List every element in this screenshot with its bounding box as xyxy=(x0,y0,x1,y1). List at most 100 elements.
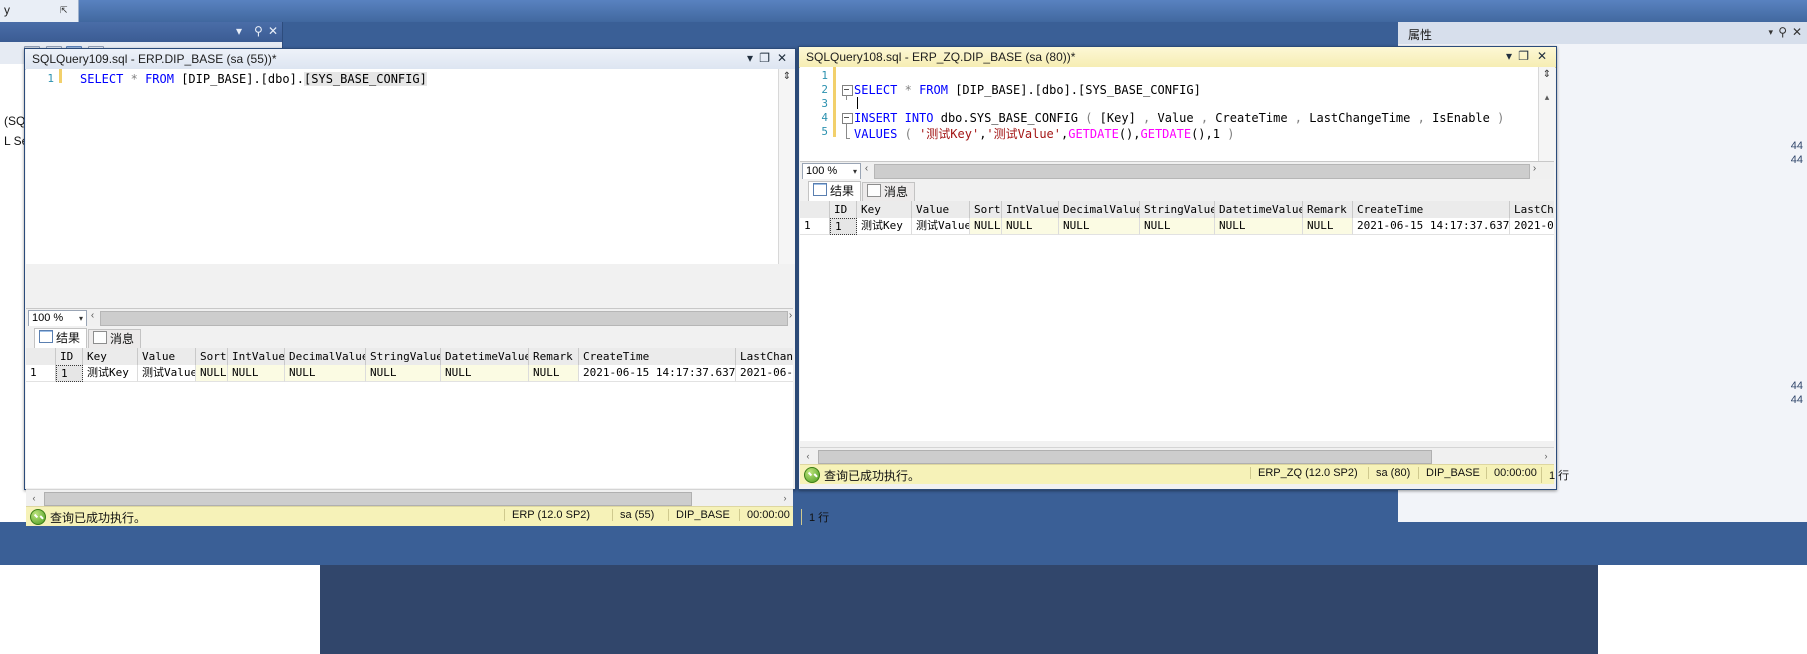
table-row[interactable]: 1 1 测试Key 测试Value NULL NULL NULL NULL NU… xyxy=(800,218,1554,235)
col-header-value[interactable]: Value xyxy=(912,201,970,218)
cell-remark[interactable]: NULL xyxy=(529,365,579,382)
split-editor-icon[interactable]: ⇕ xyxy=(781,71,793,87)
outline-collapse-icon[interactable] xyxy=(842,85,853,96)
close-icon[interactable]: ✕ xyxy=(777,51,787,65)
col-header-id[interactable]: ID xyxy=(56,348,83,365)
col-header-sort[interactable]: Sort xyxy=(196,348,228,365)
query-window-left-titlebar[interactable]: SQLQuery109.sql - ERP.DIP_BASE (sa (55))… xyxy=(25,49,795,70)
cell-datetimevalue[interactable]: NULL xyxy=(1215,218,1303,235)
col-header-sort[interactable]: Sort xyxy=(970,201,1002,218)
sql-editor-left[interactable]: 1 SELECT * FROM [DIP_BASE].[dbo].[SYS_BA… xyxy=(26,69,778,264)
zoom-level-select-right[interactable]: 100 % ▾ xyxy=(802,163,861,180)
pin-icon[interactable]: ⚲ xyxy=(254,25,263,37)
row-header[interactable]: 1 xyxy=(800,218,830,235)
col-header-corner[interactable] xyxy=(800,201,830,218)
col-header-datetimevalue[interactable]: DatetimeValue xyxy=(441,348,529,365)
chevron-down-icon[interactable]: ▾ xyxy=(1506,49,1512,63)
scroll-left-icon[interactable]: ‹ xyxy=(88,310,97,324)
col-header-intvalue[interactable]: IntValue xyxy=(228,348,285,365)
cell-intvalue[interactable]: NULL xyxy=(228,365,285,382)
col-header-createtime[interactable]: CreateTime xyxy=(1353,201,1510,218)
chevron-down-icon[interactable]: ▾ xyxy=(747,51,753,65)
scroll-up-icon[interactable]: ▴ xyxy=(1539,89,1555,105)
close-icon[interactable]: ✕ xyxy=(1537,49,1547,63)
col-header-lastchangetime[interactable]: LastChangeTi xyxy=(1510,201,1554,218)
query-window-right-titlebar[interactable]: SQLQuery108.sql - ERP_ZQ.DIP_BASE (sa (8… xyxy=(799,47,1556,68)
cell-key[interactable]: 测试Key xyxy=(857,218,912,235)
cell-value[interactable]: 测试Value xyxy=(138,365,196,382)
cell-decimalvalue[interactable]: NULL xyxy=(285,365,366,382)
chevron-down-icon[interactable]: ▾ xyxy=(1768,27,1773,38)
table-row[interactable]: 1 1 测试Key 测试Value NULL NULL NULL NULL NU… xyxy=(26,365,793,382)
zoom-level-select-left[interactable]: 100 % ▾ xyxy=(28,310,87,327)
cell-lastchangetime[interactable]: 2021-06-15 14: xyxy=(736,365,793,382)
menu-stub[interactable]: y ⇱ xyxy=(0,0,79,22)
col-header-id[interactable]: ID xyxy=(830,201,857,218)
cell-remark[interactable]: NULL xyxy=(1303,218,1353,235)
scroll-left-icon[interactable]: ‹ xyxy=(862,163,871,177)
cell-createtime[interactable]: 2021-06-15 14:17:37.6370000 xyxy=(579,365,736,382)
col-header-intvalue[interactable]: IntValue xyxy=(1002,201,1059,218)
editor-hscroll-track-right[interactable] xyxy=(874,164,1530,179)
editor-vscrollbar-left[interactable]: ⇕ xyxy=(778,69,795,264)
chevron-down-icon[interactable]: ▾ xyxy=(79,314,83,323)
scroll-left-icon[interactable]: ‹ xyxy=(800,448,816,464)
chevron-down-icon[interactable]: ▾ xyxy=(853,167,857,176)
cell-lastchangetime[interactable]: 2021-06-15 1 xyxy=(1510,218,1554,235)
cell-id[interactable]: 1 xyxy=(830,218,857,235)
row-header[interactable]: 1 xyxy=(26,365,56,382)
col-header-corner[interactable] xyxy=(26,348,56,365)
col-header-lastchangetime[interactable]: LastChangeTime xyxy=(736,348,793,365)
cell-intvalue[interactable]: NULL xyxy=(1002,218,1059,235)
col-header-createtime[interactable]: CreateTime xyxy=(579,348,736,365)
results-tabstrip-right[interactable]: 结果 消息 xyxy=(800,179,1554,201)
col-header-remark[interactable]: Remark xyxy=(1303,201,1353,218)
close-icon[interactable]: ✕ xyxy=(268,25,278,37)
col-header-key[interactable]: Key xyxy=(83,348,138,365)
cell-key[interactable]: 测试Key xyxy=(83,365,138,382)
results-grid-left[interactable]: ID Key Value Sort IntValue DecimalValue … xyxy=(26,348,793,488)
cell-id[interactable]: 1 xyxy=(56,365,83,382)
cell-stringvalue[interactable]: NULL xyxy=(1140,218,1215,235)
col-header-value[interactable]: Value xyxy=(138,348,196,365)
cell-stringvalue[interactable]: NULL xyxy=(366,365,441,382)
results-hscrollbar-right[interactable]: ‹ › xyxy=(800,447,1554,464)
results-hscrollbar-left[interactable]: ‹ › xyxy=(26,489,793,506)
col-header-datetimevalue[interactable]: DatetimeValue xyxy=(1215,201,1303,218)
col-header-key[interactable]: Key xyxy=(857,201,912,218)
results-hscroll-thumb-right[interactable] xyxy=(818,450,1432,464)
scroll-left-icon[interactable]: ‹ xyxy=(26,490,42,506)
col-header-remark[interactable]: Remark xyxy=(529,348,579,365)
tab-messages-right[interactable]: 消息 xyxy=(862,182,916,201)
scroll-right-icon[interactable]: › xyxy=(1530,163,1539,177)
editor-hscroll-track-left[interactable] xyxy=(100,311,788,326)
cell-datetimevalue[interactable]: NULL xyxy=(441,365,529,382)
query-window-right[interactable]: SQLQuery108.sql - ERP_ZQ.DIP_BASE (sa (8… xyxy=(798,46,1569,490)
tab-results-left[interactable]: 结果 xyxy=(34,328,88,348)
query-window-left[interactable]: SQLQuery109.sql - ERP.DIP_BASE (sa (55))… xyxy=(24,48,829,526)
cell-value[interactable]: 测试Value xyxy=(912,218,970,235)
outline-collapse-icon[interactable] xyxy=(842,113,853,124)
restore-icon[interactable]: ❐ xyxy=(759,51,770,65)
scroll-right-icon[interactable]: › xyxy=(786,310,795,324)
cell-createtime[interactable]: 2021-06-15 14:17:37.6370000 xyxy=(1353,218,1510,235)
panel-chevron-icon[interactable]: ▾ xyxy=(236,25,242,37)
restore-icon[interactable]: ❐ xyxy=(1518,49,1529,63)
chevron-down-icon[interactable]: ⇱ xyxy=(60,5,68,16)
cell-sort[interactable]: NULL xyxy=(196,365,228,382)
tab-results-right[interactable]: 结果 xyxy=(808,181,862,201)
results-hscroll-thumb-left[interactable] xyxy=(44,492,692,506)
results-tabstrip-left[interactable]: 结果 消息 xyxy=(26,326,793,348)
scroll-right-icon[interactable]: › xyxy=(1538,448,1554,464)
cell-decimalvalue[interactable]: NULL xyxy=(1059,218,1140,235)
split-editor-icon[interactable]: ⇕ xyxy=(1541,69,1553,85)
results-grid-right[interactable]: ID Key Value Sort IntValue DecimalValue … xyxy=(800,201,1554,441)
col-header-decimalvalue[interactable]: DecimalValue xyxy=(1059,201,1140,218)
col-header-decimalvalue[interactable]: DecimalValue xyxy=(285,348,366,365)
col-header-stringvalue[interactable]: StringValue xyxy=(366,348,441,365)
tab-messages-left[interactable]: 消息 xyxy=(88,329,142,348)
cell-sort[interactable]: NULL xyxy=(970,218,1002,235)
col-header-stringvalue[interactable]: StringValue xyxy=(1140,201,1215,218)
sql-editor-right[interactable]: 1 2 3 4 5 SELECT * FROM [DIP_BASE].[dbo]… xyxy=(800,67,1538,162)
close-icon[interactable]: ✕ xyxy=(1792,25,1802,39)
